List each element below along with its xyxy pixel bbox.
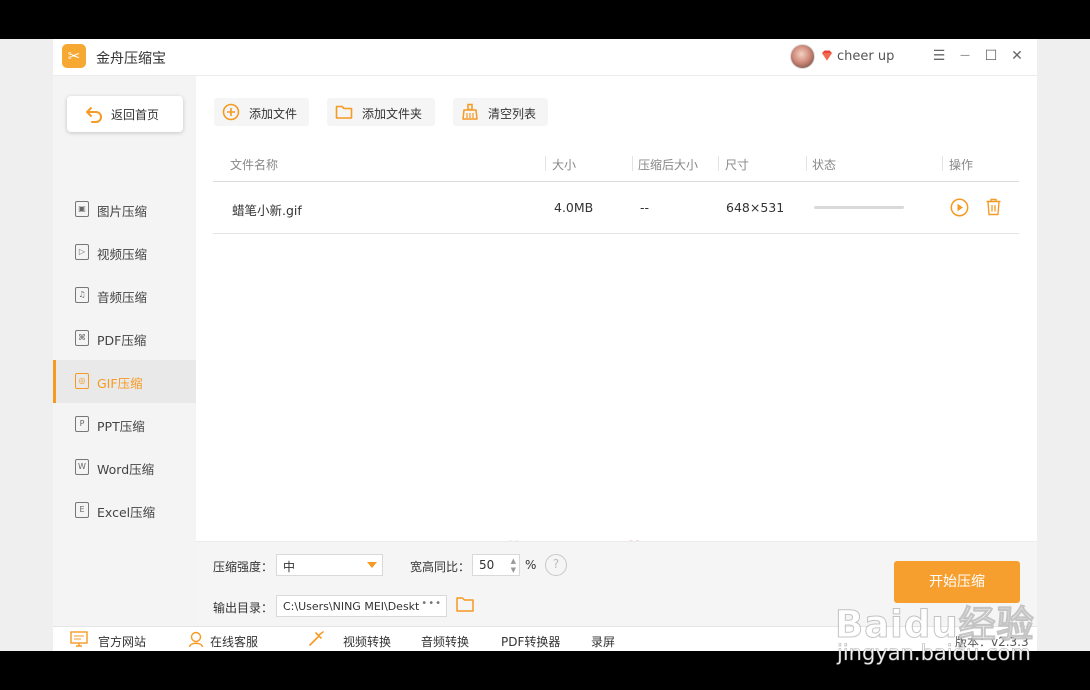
dimensions-cell: 648×531	[726, 200, 785, 215]
footer-official-site[interactable]: 官方网站	[98, 633, 146, 650]
pdf-icon: ⌘	[75, 330, 89, 346]
sidebar-item-label: 视频压缩	[97, 247, 148, 262]
audio-icon: ♫	[75, 287, 89, 303]
folder-icon	[335, 105, 353, 119]
return-arrow-icon	[86, 107, 102, 123]
more-icon[interactable]: •••	[421, 598, 442, 609]
app-logo-icon: ✂	[62, 44, 86, 68]
header-size: 大小	[552, 158, 577, 172]
image-icon: ▣	[75, 201, 89, 217]
ratio-stepper[interactable]: 50 ▲ ▼	[472, 554, 520, 576]
help-icon[interactable]: ?	[545, 554, 567, 576]
clear-list-label: 清空列表	[488, 107, 537, 121]
add-circle-icon	[222, 103, 240, 121]
sidebar-item-label: Excel压缩	[97, 505, 156, 520]
excel-icon: E	[75, 502, 89, 518]
avatar[interactable]	[790, 44, 815, 69]
status-progress-bar	[814, 206, 904, 209]
sidebar-item-label: GIF压缩	[97, 376, 143, 391]
sidebar-item-word[interactable]: W Word压缩	[53, 446, 196, 489]
sidebar-item-label: PPT压缩	[97, 419, 145, 434]
footer-video-convert[interactable]: 视频转换	[343, 633, 391, 650]
header-divider	[718, 156, 719, 171]
sidebar-item-gif[interactable]: ◎ GIF压缩	[53, 360, 196, 403]
table-row-divider	[213, 233, 1019, 234]
stepper-up-icon[interactable]: ▲	[511, 557, 516, 565]
maximize-icon[interactable]: ☐	[982, 47, 1000, 65]
chevron-down-icon	[367, 562, 377, 568]
sidebar-item-video[interactable]: ▷ 视频压缩	[53, 231, 196, 274]
sidebar-item-pdf[interactable]: ⌘ PDF压缩	[53, 317, 196, 360]
sidebar-item-excel[interactable]: E Excel压缩	[53, 489, 196, 532]
watermark-url: jingyan.baidu.com	[837, 641, 1031, 666]
play-icon[interactable]	[950, 198, 969, 217]
add-file-label: 添加文件	[249, 107, 298, 121]
close-icon[interactable]: ✕	[1008, 47, 1026, 65]
tools-icon	[309, 631, 324, 646]
app-window: ✂ 金舟压缩宝 cheer up ☰ — ☐ ✕ 返回首页 ▣ 图片压缩 ▷ 视…	[53, 39, 1037, 651]
ratio-unit: %	[525, 558, 537, 572]
sidebar-item-audio[interactable]: ♫ 音频压缩	[53, 274, 196, 317]
sidebar-item-ppt[interactable]: P PPT压缩	[53, 403, 196, 446]
minimize-icon[interactable]: —	[956, 47, 974, 65]
back-home-label: 返回首页	[111, 108, 160, 122]
output-path-field[interactable]: C:\Users\NING MEI\Deskt •••	[276, 595, 447, 617]
desktop-edge-right	[1037, 39, 1090, 651]
header-divider	[632, 156, 633, 171]
open-folder-icon[interactable]	[456, 596, 474, 612]
header-dimensions: 尺寸	[725, 158, 750, 172]
output-label: 输出目录：	[213, 601, 274, 615]
header-status: 状态	[812, 158, 837, 172]
output-path-value: C:\Users\NING MEI\Deskt	[283, 600, 420, 613]
footer-pdf-converter[interactable]: PDF转换器	[501, 633, 560, 650]
file-name-cell: 蜡笔小新.gif	[232, 203, 302, 218]
footer-audio-convert[interactable]: 音频转换	[421, 633, 469, 650]
vip-diamond-icon	[822, 50, 832, 61]
header-file-name: 文件名称	[230, 158, 279, 172]
sidebar-item-image[interactable]: ▣ 图片压缩	[53, 188, 196, 231]
title-bar: ✂ 金舟压缩宝 cheer up ☰ — ☐ ✕	[53, 39, 1037, 76]
letterbox-top	[0, 0, 1090, 39]
strength-label: 压缩强度：	[213, 560, 274, 574]
header-actions: 操作	[949, 158, 974, 172]
stepper-down-icon[interactable]: ▼	[511, 566, 516, 574]
monitor-icon	[70, 631, 88, 647]
header-divider	[806, 156, 807, 171]
gif-icon: ◎	[75, 373, 89, 389]
add-folder-button[interactable]: 添加文件夹	[327, 98, 435, 126]
main-panel: 添加文件 添加文件夹 清空列表 文件名称 大小 压缩后大小 尺寸 状态 操作 蜡…	[196, 76, 1037, 567]
word-icon: W	[75, 459, 89, 475]
clear-list-button[interactable]: 清空列表	[453, 98, 548, 126]
strength-select[interactable]: 中	[276, 554, 383, 576]
headset-icon	[188, 631, 204, 647]
add-folder-label: 添加文件夹	[362, 107, 423, 121]
ratio-value: 50	[479, 558, 495, 572]
sidebar-item-label: 图片压缩	[97, 204, 148, 219]
file-size-cell: 4.0MB	[554, 200, 594, 215]
table-header-divider	[213, 181, 1019, 182]
desktop-edge-left	[0, 39, 53, 651]
user-name[interactable]: cheer up	[837, 49, 894, 64]
add-file-button[interactable]: 添加文件	[214, 98, 309, 126]
compressed-size-cell: --	[640, 200, 650, 215]
trash-icon[interactable]	[985, 198, 1002, 216]
broom-icon	[462, 103, 478, 120]
sidebar-item-label: 音频压缩	[97, 290, 148, 305]
header-compressed-size: 压缩后大小	[638, 158, 699, 172]
sidebar: 返回首页 ▣ 图片压缩 ▷ 视频压缩 ♫ 音频压缩 ⌘ PDF压缩 ◎ GIF压…	[53, 76, 196, 626]
menu-icon[interactable]: ☰	[930, 47, 948, 65]
video-icon: ▷	[75, 244, 89, 260]
header-divider	[545, 156, 546, 171]
strength-value: 中	[283, 560, 296, 574]
footer-online-service[interactable]: 在线客服	[210, 633, 258, 650]
ratio-label: 宽高同比：	[410, 560, 471, 574]
sidebar-item-label: Word压缩	[97, 462, 155, 477]
app-title: 金舟压缩宝	[96, 51, 166, 67]
sidebar-item-label: PDF压缩	[97, 333, 147, 348]
ppt-icon: P	[75, 416, 89, 432]
header-divider	[942, 156, 943, 171]
watermark-logo: Baidu经验	[835, 603, 1035, 647]
back-home-button[interactable]: 返回首页	[67, 96, 183, 132]
footer-screen-record[interactable]: 录屏	[591, 633, 615, 650]
